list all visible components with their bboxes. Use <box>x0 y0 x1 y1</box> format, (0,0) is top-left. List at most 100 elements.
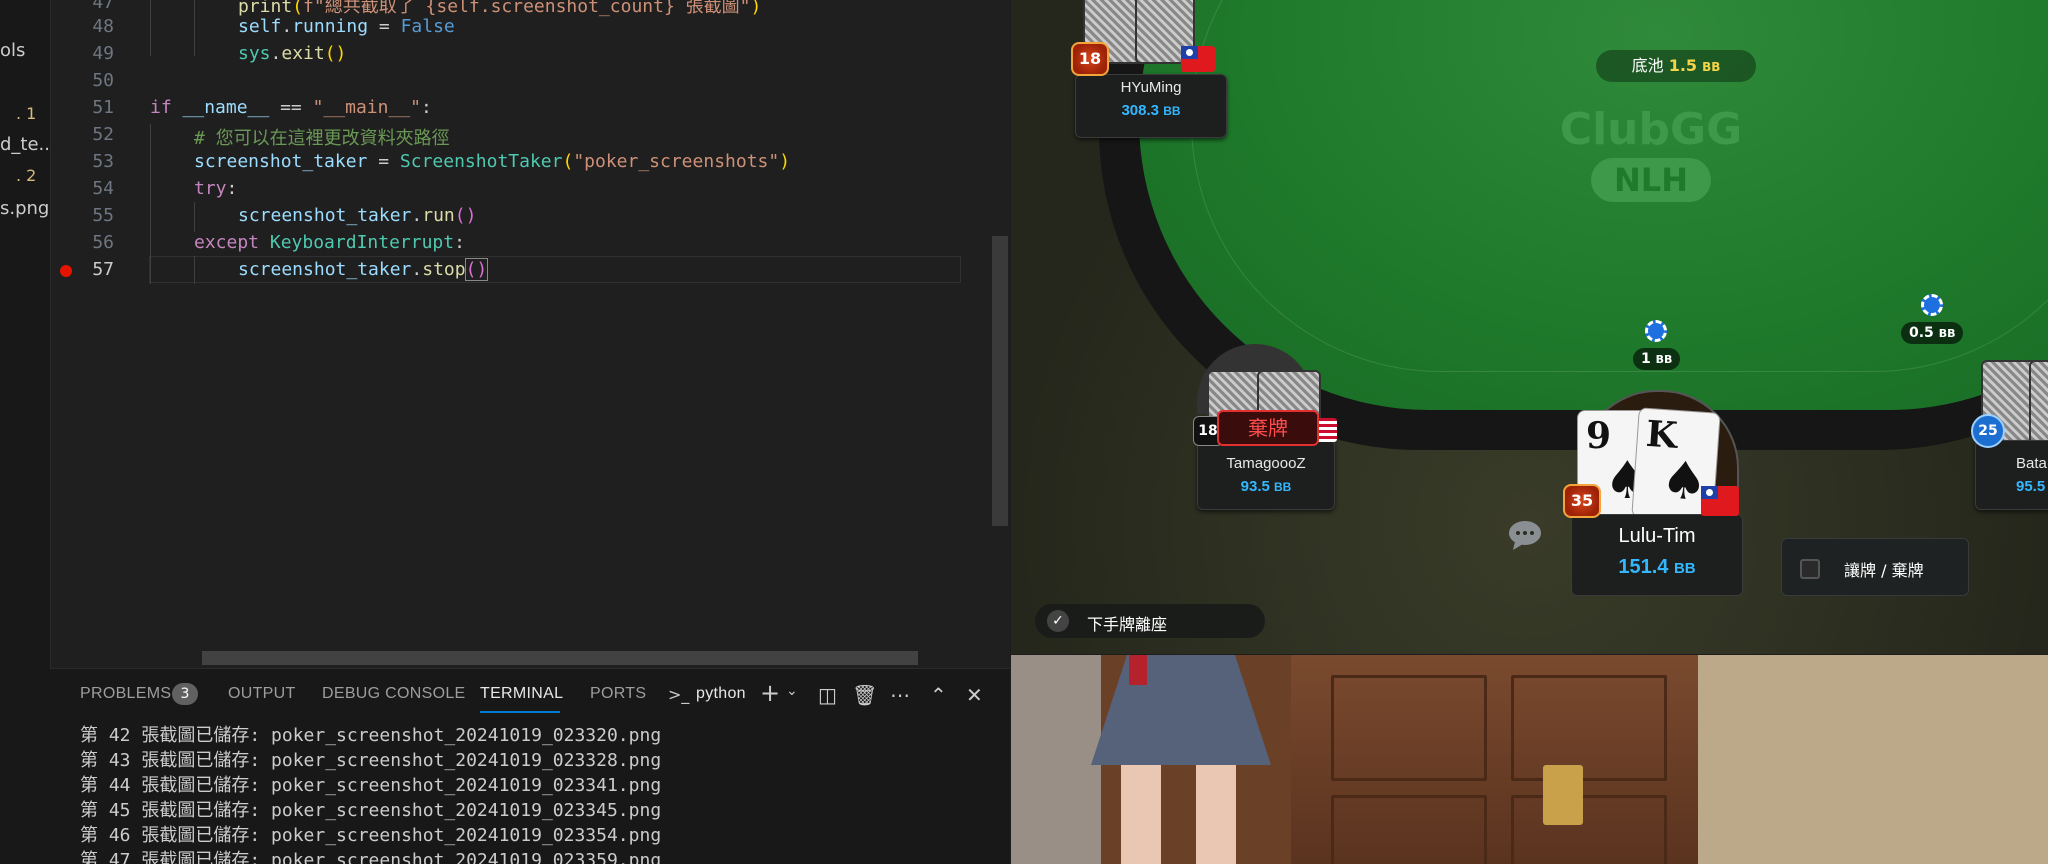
active-tab-underline <box>480 711 560 713</box>
code-line: self.running = False <box>238 16 455 37</box>
explorer-badge: . 1 <box>16 104 37 123</box>
terminal-name[interactable]: python <box>696 685 746 703</box>
tab-output[interactable]: OUTPUT <box>228 685 296 703</box>
leg <box>1121 765 1161 864</box>
wall <box>1011 655 1101 864</box>
explorer-item[interactable]: d_te... <box>0 134 50 155</box>
hero-stack: 151.4 BB <box>1618 556 1696 578</box>
sit-out-next-hand-toggle[interactable]: ✓ 下手牌離座 <box>1035 604 1265 638</box>
code-line: screenshot_taker.stop() <box>238 258 489 281</box>
vscode-window: ols . 1 d_te... . 2 s.png 47 print(f"總共截… <box>0 0 1010 864</box>
terminal-line: 第 47 張截圖已儲存: poker_screenshot_20241019_0… <box>80 850 662 864</box>
vertical-scroll-thumb[interactable] <box>992 236 1008 526</box>
line-number: 52 <box>92 124 114 145</box>
horizontal-scrollbar[interactable] <box>202 651 918 665</box>
game-type-text: NLH <box>1614 161 1688 199</box>
pot-unit: BB <box>1702 60 1721 74</box>
door-panel <box>1511 675 1667 781</box>
indent-guide <box>194 0 195 56</box>
problems-count-badge: 3 <box>172 683 198 705</box>
player-seat[interactable]: TamagoooZ 93.5 BB <box>1197 440 1335 510</box>
indent-guide <box>150 0 151 56</box>
code-editor[interactable]: 47 print(f"總共截取了 {self.screenshot_count}… <box>52 0 992 668</box>
terminal-line: 第 42 張截圖已儲存: poker_screenshot_20241019_0… <box>80 725 662 746</box>
indent-guide <box>194 256 195 284</box>
brand-text: ClubGG <box>1560 104 1742 155</box>
tab-debug-console[interactable]: DEBUG CONSOLE <box>322 685 466 703</box>
more-actions-icon[interactable]: ⋯ <box>890 683 910 707</box>
line-number: 56 <box>92 232 114 253</box>
player-stack: 95.5 BB <box>2016 478 2046 495</box>
hero-seat: Lulu-Tim 151.4 BB <box>1571 514 1743 596</box>
line-number: 50 <box>92 70 114 91</box>
taiwan-flag-icon <box>1181 46 1215 72</box>
terminal-line: 第 46 張截圖已儲存: poker_screenshot_20241019_0… <box>80 825 662 846</box>
chat-bubble-icon[interactable] <box>1507 520 1543 550</box>
checkbox-icon[interactable] <box>1800 559 1820 579</box>
terminal-icon[interactable]: >_ <box>668 685 689 704</box>
line-number: 54 <box>92 178 114 199</box>
check-fold-button[interactable]: 讓牌 / 棄牌 <box>1781 538 1969 596</box>
explorer-item[interactable]: s.png <box>0 198 49 219</box>
fold-status-badge: 棄牌 <box>1217 410 1319 446</box>
video-side-area <box>1698 655 2048 864</box>
bet-amount: 1 BB <box>1633 348 1681 370</box>
player-level-badge: 25 <box>1971 414 2005 448</box>
line-number: 53 <box>92 151 114 172</box>
player-seat[interactable]: Bata 95.5 BB <box>1975 440 2048 510</box>
split-terminal-icon[interactable]: ◫ <box>818 683 837 707</box>
code-line: try: <box>194 178 238 199</box>
tie <box>1129 655 1147 685</box>
pot-display: 底池 1.5 BB <box>1596 50 1756 82</box>
pot-label: 底池 <box>1631 56 1664 75</box>
door-panel <box>1331 795 1487 864</box>
indent-guide <box>150 124 151 284</box>
tab-ports[interactable]: PORTS <box>590 685 646 703</box>
terminal-line: 第 43 張截圖已儲存: poker_screenshot_20241019_0… <box>80 750 662 771</box>
door-handle <box>1543 765 1583 825</box>
trash-icon[interactable]: 🗑 <box>852 683 877 707</box>
chip-icon <box>1645 320 1667 342</box>
explorer-badge: . 2 <box>16 166 37 185</box>
player-name: TamagoooZ <box>1226 455 1306 472</box>
code-line: except KeyboardInterrupt: <box>194 232 465 253</box>
door-panel <box>1511 795 1667 864</box>
close-panel-icon[interactable]: ✕ <box>966 683 983 707</box>
taiwan-flag-icon <box>1701 486 1739 516</box>
tab-terminal[interactable]: TERMINAL <box>480 685 563 703</box>
skirt <box>1091 655 1271 765</box>
clubgg-logo: ClubGG NLH <box>1560 104 1742 202</box>
pot-amount: 1.5 <box>1668 56 1698 75</box>
code-line: screenshot_taker.run() <box>238 205 477 226</box>
indent-guide <box>194 202 195 232</box>
player-seat[interactable]: HYuMing 308.3 BB <box>1075 74 1227 138</box>
code-line: screenshot_taker = ScreenshotTaker("poke… <box>194 151 791 172</box>
line-number: 51 <box>92 97 114 118</box>
bet-amount: 0.5 BB <box>1901 322 1964 344</box>
line-number-active: 57 <box>92 259 114 280</box>
poker-client-window: ClubGG NLH 底池 1.5 BB 1 BB 0.5 BB HYuMing… <box>1011 0 2048 654</box>
bottom-panel: PROBLEMS 3 OUTPUT DEBUG CONSOLE TERMINAL… <box>50 668 1010 864</box>
tab-problems[interactable]: PROBLEMS <box>80 685 171 703</box>
door-panel <box>1331 675 1487 781</box>
leg <box>1196 765 1236 864</box>
player-stack: 93.5 BB <box>1240 478 1292 495</box>
explorer-item[interactable]: ols <box>0 40 25 61</box>
chip-icon <box>1921 294 1943 316</box>
maximize-panel-icon[interactable]: ⌃ <box>930 683 947 707</box>
line-number: 48 <box>92 16 114 37</box>
code-line: sys.exit() <box>238 43 347 64</box>
player-name: HYuMing <box>1120 79 1182 96</box>
hero-name: Lulu-Tim <box>1618 525 1696 547</box>
player-stack: 308.3 BB <box>1121 102 1181 119</box>
explorer-sidebar: ols . 1 d_te... . 2 s.png <box>0 0 51 864</box>
check-fold-label: 讓牌 / 棄牌 <box>1844 561 1924 580</box>
add-terminal-icon[interactable]: + <box>760 679 780 707</box>
line-number: 49 <box>92 43 114 64</box>
chevron-down-icon[interactable]: ⌄ <box>786 683 798 699</box>
line-number: 55 <box>92 205 114 226</box>
sit-out-label: 下手牌離座 <box>1087 615 1168 634</box>
video-thumbnail <box>1011 655 1698 864</box>
player-level-badge: 18 <box>1071 42 1109 76</box>
hero-level-badge: 35 <box>1563 484 1601 518</box>
